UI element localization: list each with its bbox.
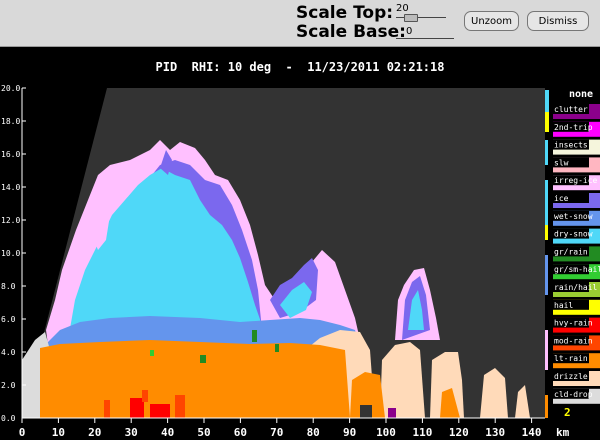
legend-marker-number: 2: [564, 406, 571, 419]
legend-item-label: clutter: [554, 105, 588, 114]
legend-item-label: slw: [554, 158, 569, 167]
legend-item-label: mod-rain: [554, 336, 593, 345]
legend-item-label: hvy-rain: [554, 319, 593, 328]
legend-item-label: wet-snow: [554, 212, 593, 221]
legend-item-label: 2nd-trip: [554, 123, 593, 132]
legend-item-label: ice: [554, 194, 569, 203]
legend-item-label: gr/sm-hail: [554, 265, 600, 274]
legend-item-label: lt-rain: [554, 354, 588, 363]
legend-item-label: irreg-ice: [554, 176, 598, 185]
legend-item-label: cld-drop: [554, 390, 593, 399]
legend-item-label: dry-snow: [554, 230, 593, 239]
legend-item-label: hail: [554, 301, 573, 310]
legend-item-label: rain/hail: [554, 283, 598, 292]
legend-item-label: insects: [554, 141, 588, 150]
legend-item-label: gr/rain: [554, 247, 588, 256]
legend-item-label: drizzle: [554, 372, 588, 381]
legend-title: none: [569, 89, 593, 100]
